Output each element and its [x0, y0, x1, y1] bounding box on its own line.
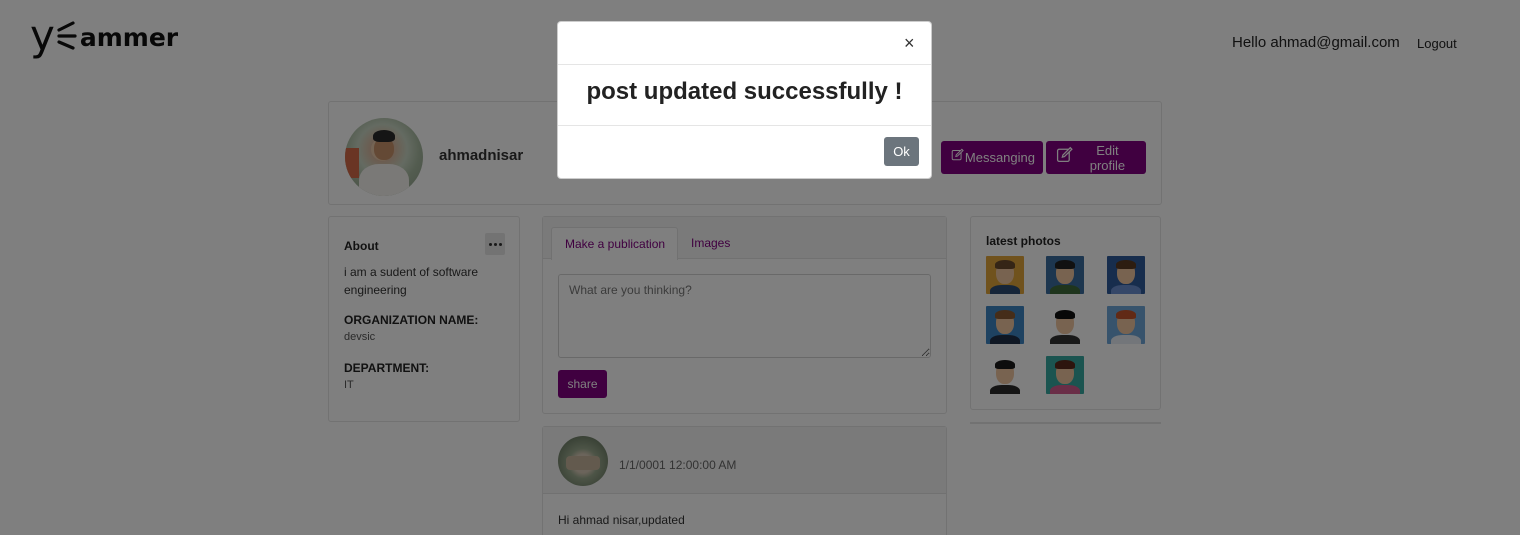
- success-modal: × post updated successfully ! Ok: [557, 21, 932, 179]
- modal-divider: [558, 125, 931, 126]
- ok-button[interactable]: Ok: [884, 137, 919, 166]
- close-icon[interactable]: ×: [904, 34, 915, 52]
- modal-header: ×: [558, 22, 931, 65]
- modal-message: post updated successfully !: [586, 78, 903, 105]
